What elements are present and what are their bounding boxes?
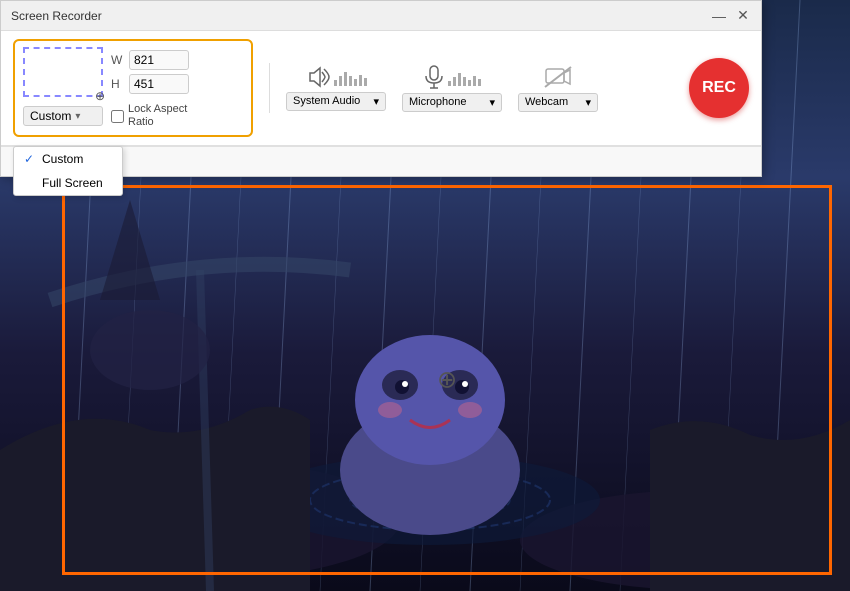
main-toolbar: ⊕ W H [1, 31, 761, 146]
dimensions-inputs: W H [111, 50, 189, 94]
microphone-icon-row [424, 65, 481, 89]
capture-preview: ⊕ W H [23, 47, 243, 97]
minimize-button[interactable]: — [711, 8, 727, 24]
resize-handle-icon[interactable]: ⊕ [95, 89, 105, 99]
title-bar-controls: — ✕ [711, 8, 751, 24]
microphone-arrow-icon: ▾ [489, 96, 495, 109]
system-audio-device: System Audio ▾ [286, 66, 386, 111]
capture-mode-label: Custom [30, 109, 71, 123]
capture-area-section: ⊕ W H [13, 39, 253, 137]
system-audio-bars [334, 68, 367, 86]
microphone-device: Microphone ▾ [402, 65, 502, 112]
rec-button[interactable]: REC [689, 58, 749, 118]
webcam-dropdown[interactable]: Webcam ▾ [518, 93, 598, 112]
capture-preview-rect[interactable]: ⊕ [23, 47, 103, 97]
lock-aspect-checkbox[interactable] [111, 110, 124, 123]
system-audio-label: System Audio [293, 95, 360, 107]
preview-container: ⊕ [23, 47, 103, 97]
capture-mode-dropdown-menu: ✓ Custom ✓ Full Screen [13, 146, 123, 196]
window-title: Screen Recorder [11, 9, 102, 23]
dropdown-item-fullscreen-label: Full Screen [42, 176, 103, 190]
dropdown-item-custom[interactable]: ✓ Custom [14, 147, 122, 171]
capture-area-wrapper: ⊕ W H [13, 39, 253, 137]
lock-aspect-control: Lock AspectRatio [111, 103, 187, 129]
lock-aspect-label: Lock AspectRatio [128, 103, 187, 129]
recorder-window: Screen Recorder — ✕ ⊕ [0, 0, 762, 177]
capture-mode-dropdown[interactable]: Custom ▾ [23, 106, 103, 126]
system-audio-icon-row [306, 66, 367, 88]
speaker-icon [306, 66, 330, 88]
title-bar: Screen Recorder — ✕ [1, 1, 761, 31]
capture-mode-arrow-icon: ▾ [75, 111, 80, 122]
close-button[interactable]: ✕ [735, 8, 751, 24]
dropdown-item-custom-label: Custom [42, 152, 83, 166]
divider-1 [269, 63, 270, 113]
dropdown-item-fullscreen[interactable]: ✓ Full Screen [14, 171, 122, 195]
height-input[interactable] [129, 74, 189, 94]
width-input[interactable] [129, 50, 189, 70]
microphone-icon [424, 65, 444, 89]
webcam-arrow-icon: ▾ [585, 96, 591, 109]
webcam-icon-container [544, 65, 572, 89]
microphone-label: Microphone [409, 96, 466, 108]
webcam-section: Webcam ▾ [518, 65, 598, 112]
capture-controls: Custom ▾ Lock AspectRatio [23, 103, 243, 129]
webcam-icon [544, 65, 572, 89]
width-label: W [111, 53, 125, 67]
microphone-bars [448, 68, 481, 86]
rec-label: REC [702, 79, 736, 97]
width-row: W [111, 50, 189, 70]
webcam-label: Webcam [525, 96, 568, 108]
height-label: H [111, 77, 125, 91]
system-audio-dropdown[interactable]: System Audio ▾ [286, 92, 386, 111]
microphone-dropdown[interactable]: Microphone ▾ [402, 93, 502, 112]
checkmark-icon: ✓ [24, 152, 36, 166]
height-row: H [111, 74, 189, 94]
system-audio-arrow-icon: ▾ [373, 95, 379, 108]
